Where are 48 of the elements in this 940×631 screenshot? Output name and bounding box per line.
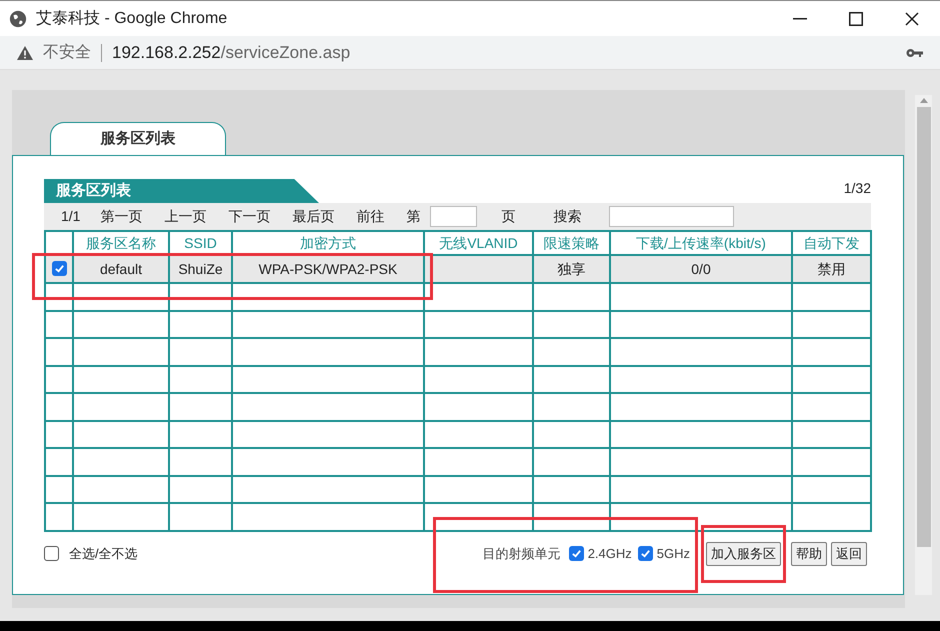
maximize-icon[interactable] [849, 12, 863, 26]
section-header: 服务区列表 [44, 179, 319, 203]
pager-link[interactable]: 最后页 [292, 206, 334, 227]
window-title: 艾泰科技 - Google Chrome [36, 8, 228, 28]
security-label: 不安全 [43, 42, 91, 62]
scrollbar[interactable] [915, 95, 932, 595]
select-all-label: 全选/全不选 [69, 544, 138, 563]
band-checkbox[interactable] [568, 546, 584, 561]
pager-link[interactable]: 上一页 [164, 206, 206, 227]
table-cell: 独享 [558, 260, 586, 276]
url-text: 192.168.2.252/serviceZone.asp [112, 42, 350, 64]
table-cell: default [100, 260, 142, 276]
page-input[interactable] [430, 206, 478, 227]
table-cell: 禁用 [818, 260, 846, 276]
band-checkbox[interactable] [638, 546, 653, 561]
action-button[interactable]: 返回 [831, 542, 867, 566]
check-icon [54, 262, 64, 274]
scroll-up-icon[interactable] [920, 98, 928, 103]
page-indicator: 1/1 [61, 207, 80, 226]
goto-label: 页 [501, 207, 516, 226]
band-label: 2.4GHz [588, 544, 632, 563]
select-all-checkbox[interactable] [44, 546, 59, 561]
tab[interactable]: 服务区列表 [50, 122, 226, 156]
action-button[interactable]: 加入服务区 [706, 542, 781, 566]
band-label: 5GHz [656, 544, 690, 563]
table-cell: ShuiZe [178, 260, 223, 276]
table-cell: 0/0 [691, 260, 711, 276]
count-text: 1/32 [844, 179, 871, 198]
table-cell: WPA-PSK/WPA2-PSK [258, 260, 398, 276]
address-bar[interactable]: 不安全 192.168.2.252/serviceZone.asp [0, 36, 940, 70]
check-icon [570, 548, 582, 559]
minimize-icon[interactable] [793, 18, 807, 20]
radio-unit-label: 目的射频单元 [482, 544, 561, 563]
close-icon[interactable] [905, 12, 919, 26]
row-checkbox[interactable] [52, 260, 66, 276]
pager-link[interactable]: 下一页 [228, 206, 270, 227]
search-field[interactable] [609, 206, 734, 227]
key-icon[interactable] [906, 48, 923, 58]
column-header: 下载/上传速率(kbit/s) [610, 231, 792, 255]
search-label: 搜索 [553, 207, 582, 226]
scroll-thumb[interactable] [916, 107, 930, 547]
check-icon [640, 548, 651, 559]
pager-link[interactable]: 前往 [356, 206, 384, 227]
pager-link[interactable]: 第一页 [100, 206, 142, 227]
globe-icon [9, 10, 27, 28]
action-button[interactable]: 帮助 [791, 542, 827, 566]
goto-label: 第 [406, 207, 420, 226]
warning-icon [17, 46, 33, 60]
